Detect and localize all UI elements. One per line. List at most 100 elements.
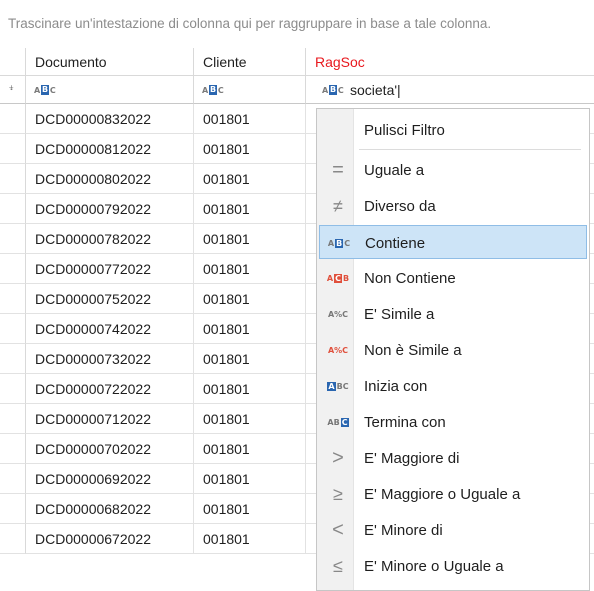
cell-text: 001801 [203,321,250,337]
cell-text: 001801 [203,351,250,367]
cell-documento[interactable]: DCD00000792022 [26,194,194,224]
menu-item-e-minore-di[interactable]: < E' Minore di [319,513,587,547]
cell-text: DCD00000832022 [35,111,151,127]
cell-cliente[interactable]: 001801 [194,464,306,494]
cell-text: DCD00000722022 [35,381,151,397]
menu-item-uguale-a[interactable]: = Uguale a [319,153,587,187]
menu-item-label: Uguale a [364,162,425,179]
cell-text: 001801 [203,501,250,517]
menu-item-label: E' Minore o Uguale a [364,558,504,575]
row-indicator[interactable] [0,404,26,434]
group-by-panel[interactable]: Trascinare un'intestazione di colonna qu… [0,0,594,44]
cell-documento[interactable]: DCD00000732022 [26,344,194,374]
row-indicator[interactable] [0,464,26,494]
cell-cliente[interactable]: 001801 [194,344,306,374]
cell-cliente[interactable]: 001801 [194,104,306,134]
cell-documento[interactable]: DCD00000812022 [26,134,194,164]
contains-operator-icon[interactable]: ABC [322,85,344,95]
cell-documento[interactable]: DCD00000832022 [26,104,194,134]
filter-cell-ragsoc[interactable]: ABC societa'| [306,76,594,104]
cell-documento[interactable]: DCD00000672022 [26,524,194,554]
menu-item-label: Contiene [365,235,426,252]
cell-text: 001801 [203,531,250,547]
row-indicator[interactable] [0,314,26,344]
cell-text: DCD00000682022 [35,501,151,517]
menu-item-e-simile-a[interactable]: A%C E' Simile a [319,297,587,331]
cell-documento[interactable]: DCD00000692022 [26,464,194,494]
menu-item-label: Pulisci Filtro [364,122,445,139]
row-indicator[interactable] [0,134,26,164]
menu-item-clear-filter[interactable]: Pulisci Filtro [319,113,587,147]
row-indicator[interactable] [0,254,26,284]
row-indicator[interactable] [0,434,26,464]
cell-text: 001801 [203,381,250,397]
cell-cliente[interactable]: 001801 [194,374,306,404]
cell-documento[interactable]: DCD00000752022 [26,284,194,314]
row-indicator[interactable] [0,224,26,254]
cell-cliente[interactable]: 001801 [194,314,306,344]
cell-text: 001801 [203,201,250,217]
menu-item-e-maggiore-o-uguale-a[interactable]: ≥ E' Maggiore o Uguale a [319,477,587,511]
menu-item-label: E' Maggiore o Uguale a [364,486,521,503]
cell-text: 001801 [203,261,250,277]
cell-cliente[interactable]: 001801 [194,134,306,164]
menu-item-non-simile-a[interactable]: A%C Non è Simile a [319,333,587,367]
menu-item-termina-con[interactable]: AB C Termina con [319,405,587,439]
column-header-label: RagSoc [315,54,365,70]
column-header-ragsoc[interactable]: RagSoc [306,48,594,76]
header-indicator-cell [0,48,26,76]
greater-icon: > [332,446,344,469]
row-indicator[interactable] [0,344,26,374]
filter-operator-menu: Pulisci Filtro = Uguale a ≠ Diverso da A… [316,108,590,591]
cell-text: DCD00000742022 [35,321,151,337]
row-indicator[interactable] [0,524,26,554]
row-indicator[interactable] [0,374,26,404]
filter-cell-cliente[interactable]: ABC [194,76,306,104]
cell-documento[interactable]: DCD00000682022 [26,494,194,524]
menu-item-contiene[interactable]: ABC Contiene [319,225,587,259]
cell-text: DCD00000772022 [35,261,151,277]
cell-cliente[interactable]: 001801 [194,524,306,554]
cell-cliente[interactable]: 001801 [194,494,306,524]
greater-equal-icon: ≥ [333,483,343,504]
cell-documento[interactable]: DCD00000742022 [26,314,194,344]
column-header-label: Cliente [203,54,247,70]
row-indicator[interactable] [0,194,26,224]
cell-cliente[interactable]: 001801 [194,164,306,194]
cell-documento[interactable]: DCD00000702022 [26,434,194,464]
contains-operator-icon[interactable]: ABC [202,85,224,95]
cell-documento[interactable]: DCD00000712022 [26,404,194,434]
cell-cliente[interactable]: 001801 [194,404,306,434]
menu-item-e-maggiore-di[interactable]: > E' Maggiore di [319,441,587,475]
menu-item-label: Non Contiene [364,270,456,287]
cell-documento[interactable]: DCD00000722022 [26,374,194,404]
menu-item-inizia-con[interactable]: A BC Inizia con [319,369,587,403]
cell-text: 001801 [203,171,250,187]
cell-cliente[interactable]: 001801 [194,434,306,464]
filter-input-ragsoc[interactable]: societa'| [350,82,401,98]
cell-documento[interactable]: DCD00000782022 [26,224,194,254]
contains-operator-icon[interactable]: ABC [34,85,56,95]
cell-cliente[interactable]: 001801 [194,194,306,224]
row-indicator[interactable] [0,494,26,524]
cell-text: DCD00000672022 [35,531,151,547]
ends-with-icon: AB C [327,417,349,427]
cell-documento[interactable]: DCD00000802022 [26,164,194,194]
cell-cliente[interactable]: 001801 [194,254,306,284]
filter-cell-documento[interactable]: ABC [26,76,194,104]
row-indicator[interactable] [0,104,26,134]
cell-documento[interactable]: DCD00000772022 [26,254,194,284]
row-indicator[interactable] [0,284,26,314]
column-header-documento[interactable]: Documento [26,48,194,76]
cell-text: 001801 [203,411,250,427]
row-indicator[interactable] [0,164,26,194]
cell-cliente[interactable]: 001801 [194,224,306,254]
menu-item-label: Non è Simile a [364,342,462,359]
menu-item-diverso-da[interactable]: ≠ Diverso da [319,189,587,223]
column-header-cliente[interactable]: Cliente [194,48,306,76]
filter-row-indicator: ⍖ [0,76,26,104]
menu-item-e-minore-o-uguale-a[interactable]: ≤ E' Minore o Uguale a [319,549,587,583]
equals-icon: = [332,158,344,181]
cell-cliente[interactable]: 001801 [194,284,306,314]
menu-item-non-contiene[interactable]: ACB Non Contiene [319,261,587,295]
